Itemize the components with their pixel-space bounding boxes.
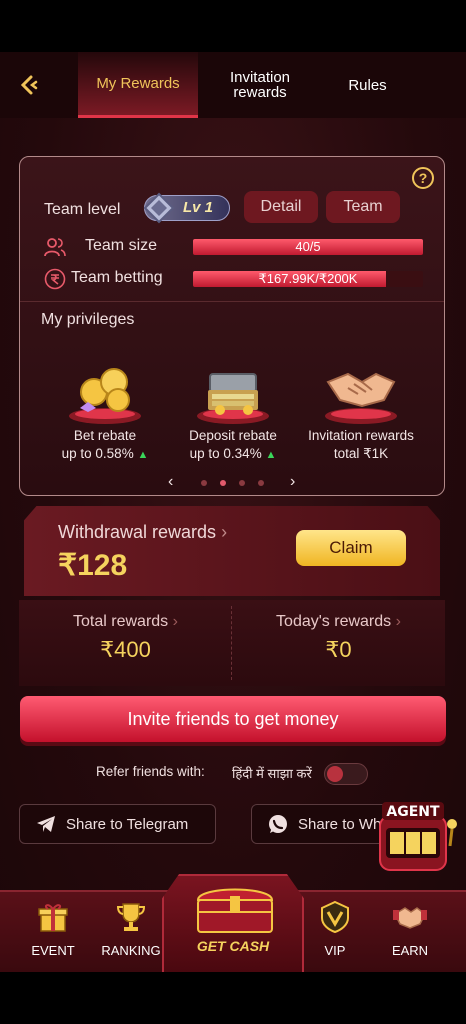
team-button[interactable]: Team [326,191,400,223]
chevron-right-icon: › [395,613,401,630]
hindi-share-label: हिंदी में साझा करें [232,766,312,781]
share-telegram-label: Share to Telegram [66,815,189,833]
nav-earn[interactable]: EARN [375,900,445,958]
chevron-right-icon: › [221,522,228,542]
toggle-knob [327,766,343,782]
nav-event-label: EVENT [31,943,75,958]
nav-get-cash-label: GET CASH [196,938,270,954]
tab-rules[interactable]: Rules [330,52,405,118]
team-card: ? Team level Lv 1 Detail Team Team size … [19,156,445,496]
nav-vip-label: VIP [324,943,346,958]
vip-shield-icon [321,900,349,934]
bet-rebate-rate: up to 0.58% [61,446,134,461]
tab-my-rewards[interactable]: My Rewards [78,52,198,118]
up-arrow-icon: ▲ [137,449,149,461]
withdrawal-label[interactable]: Withdrawal rewards › [58,522,227,543]
pager-dot[interactable] [220,480,226,486]
privileges-title: My privileges [41,311,135,328]
team-level-label: Team level [44,201,121,218]
nav-ranking-label: RANKING [101,943,161,958]
pager-dot[interactable] [258,480,264,486]
handshake-icon [325,372,397,424]
invitation-rewards-total: total ₹1K [333,446,389,461]
team-betting-label: Team betting [71,269,163,286]
detail-button[interactable]: Detail [244,191,318,223]
withdrawal-amount: ₹128 [58,549,128,582]
diamond-icon [143,192,175,224]
claim-button[interactable]: Claim [296,530,406,566]
nav-get-cash[interactable]: GET CASH [162,874,304,972]
handshake-icon [393,907,427,929]
team-size-value: 40/5 [295,239,321,254]
back-button[interactable] [14,70,44,100]
total-rewards-label: Total rewards [73,613,169,630]
pager-prev-icon[interactable]: ‹ [168,473,173,491]
treasure-chest-icon [196,888,274,933]
agent-slot-machine-icon: AGENT [379,802,457,871]
app-screen: My Rewards Invitation rewards Rules ? Te… [0,52,466,972]
total-rewards-value: ₹400 [100,637,151,662]
total-rewards[interactable]: Total rewards › ₹400 [19,600,232,686]
cash-chest-icon [197,373,269,424]
team-size-bar: 40/5 [193,239,423,255]
nav-ranking[interactable]: RANKING [96,900,166,958]
nav-earn-label: EARN [391,943,429,958]
invite-friends-button[interactable]: Invite friends to get money [20,696,446,742]
level-badge: Lv 1 [143,192,230,224]
share-telegram-button[interactable]: Share to Telegram [19,804,216,844]
trophy-icon [116,903,146,931]
pager-dot[interactable] [201,480,207,486]
withdrawal-label-text: Withdrawal rewards [58,522,217,542]
level-text: Lv 1 [183,199,214,216]
help-icon[interactable]: ? [412,167,434,189]
refer-label: Refer friends with: [96,764,205,779]
privileges-pager: ‹ › [20,473,444,493]
back-arrow-icon [20,75,38,95]
todays-rewards-label: Today's rewards [276,613,392,630]
invitation-rewards-title: Invitation rewards [308,428,414,443]
pager-dot[interactable] [239,480,245,486]
gift-icon [38,904,68,932]
privilege-invitation-rewards[interactable]: Invitation rewards total ₹1K [301,352,421,462]
deposit-rebate-title: Deposit rebate [189,428,277,443]
team-size-label: Team size [85,237,158,254]
deposit-rebate-rate: up to 0.34% [189,446,262,461]
nav-event[interactable]: EVENT [18,900,88,958]
nav-vip[interactable]: VIP [300,900,370,958]
pager-next-icon[interactable]: › [290,473,295,491]
bet-rebate-title: Bet rebate [73,428,137,443]
people-icon [44,238,66,257]
chevron-right-icon: › [172,613,178,630]
privilege-bet-rebate[interactable]: Bet rebate up to 0.58% ▲ [45,352,165,463]
agent-label: AGENT [386,804,440,820]
todays-rewards[interactable]: Today's rewards › ₹0 [232,600,445,686]
agent-floating-button[interactable]: AGENT [372,802,460,874]
divider [20,301,444,302]
todays-rewards-value: ₹0 [325,637,352,662]
up-arrow-icon: ▲ [265,449,277,461]
tab-invitation-rewards[interactable]: Invitation rewards [210,52,310,118]
top-tab-bar: My Rewards Invitation rewards Rules [0,52,466,118]
withdrawal-panel: Withdrawal rewards › ₹128 Claim [24,506,440,596]
telegram-icon [37,816,55,832]
hindi-share-toggle[interactable] [324,763,368,785]
rupee-icon [44,268,66,290]
share-whatsapp-label: Share to Wh [298,815,382,833]
rewards-totals: Total rewards › ₹400 Today's rewards › ₹… [19,600,445,686]
team-betting-bar: ₹167.99K/₹200K [193,271,423,287]
gold-coins-icon [69,368,141,424]
privilege-deposit-rebate[interactable]: Deposit rebate up to 0.34% ▲ [173,352,293,463]
team-betting-value: ₹167.99K/₹200K [258,271,358,286]
whatsapp-icon [269,815,287,833]
